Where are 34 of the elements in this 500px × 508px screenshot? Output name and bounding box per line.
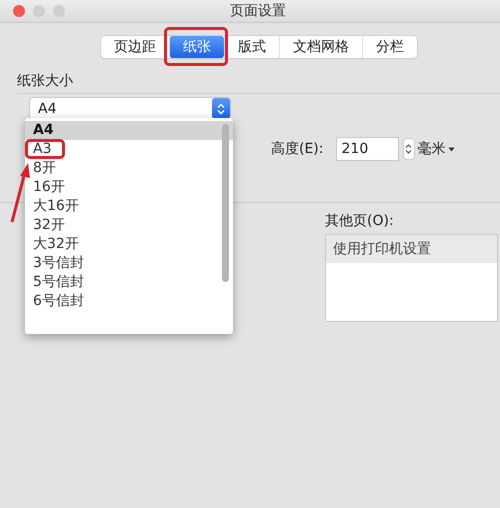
tab[interactable]: 分栏 <box>362 36 417 58</box>
menu-item[interactable]: 8开 <box>25 159 233 178</box>
stepper-icon <box>217 102 225 114</box>
scrollbar[interactable] <box>222 124 229 282</box>
menu-item[interactable]: 32开 <box>25 216 233 235</box>
menu-item[interactable]: 16开 <box>25 178 233 197</box>
tab[interactable]: 版式 <box>224 36 279 58</box>
other-pages-list[interactable]: 使用打印机设置 <box>325 234 498 322</box>
tab[interactable]: 页边距 <box>101 36 169 58</box>
other-pages-label: 其他页(O): <box>325 212 395 230</box>
section-label: 纸张大小 <box>17 72 500 94</box>
highlight-overlay <box>164 27 228 66</box>
list-item[interactable]: 使用打印机设置 <box>326 235 497 263</box>
menu-item[interactable]: 6号信封 <box>25 292 233 311</box>
tab[interactable]: 文档网格 <box>279 36 362 58</box>
close-button[interactable] <box>13 5 25 17</box>
arrow-drawing <box>10 163 30 222</box>
stepper[interactable] <box>404 139 414 159</box>
menu-item[interactable]: A4 <box>25 121 233 140</box>
menu-item[interactable]: 大32开 <box>25 235 233 254</box>
menu-item[interactable]: 5号信封 <box>25 273 233 292</box>
caret-icon <box>448 146 454 152</box>
highlight-overlay <box>25 139 65 159</box>
menu-item[interactable]: 大16开 <box>25 197 233 216</box>
window-title: 页面设置 <box>230 2 286 20</box>
stepper-icon <box>405 143 412 155</box>
unit-dropdown[interactable]: 毫米 <box>418 140 454 158</box>
zoom-button[interactable] <box>53 5 65 17</box>
minimize-button[interactable] <box>33 5 45 17</box>
tab[interactable]: 纸张 <box>169 36 224 58</box>
menu-item[interactable]: 3号信封 <box>25 254 233 273</box>
paper-size-popup[interactable]: A4 <box>30 98 230 119</box>
height-label: 高度(E): <box>271 140 324 158</box>
height-field[interactable]: 210 <box>336 137 398 161</box>
